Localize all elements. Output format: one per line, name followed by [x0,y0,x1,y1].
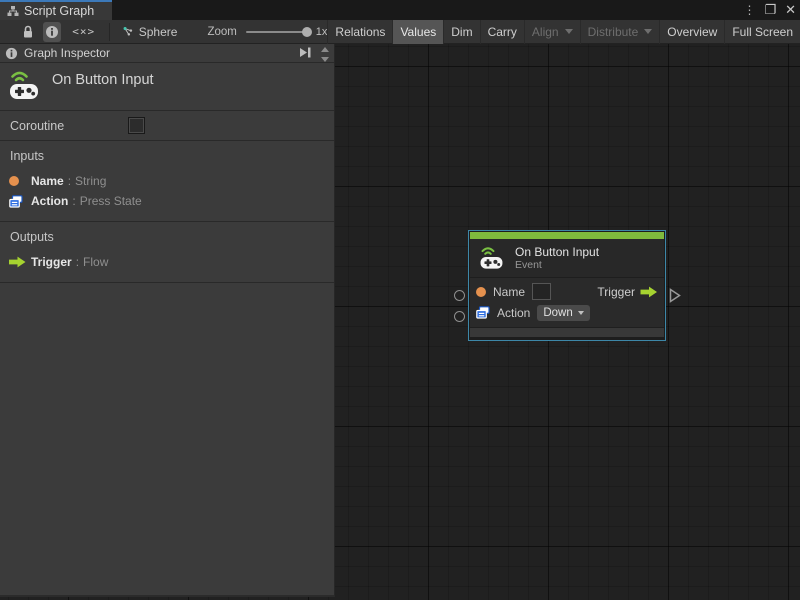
node-header: On Button Input Event [470,239,664,278]
port-colon: : [72,194,76,208]
flow-arrow-icon[interactable] [640,286,658,298]
unit-title: On Button Input [52,72,154,88]
zoom-slider-handle[interactable] [301,26,312,37]
node-subtitle: Event [515,259,542,271]
align-dropdown[interactable]: Align [523,19,580,44]
output-row-trigger: Trigger : Flow [0,252,334,272]
carry-button[interactable]: Carry [479,19,524,44]
unit-title-block: On Button Input [0,63,334,111]
scroll-up-icon[interactable] [321,47,329,52]
zoom-slider[interactable] [245,26,312,37]
align-label: Align [531,24,559,39]
overview-button[interactable]: Overview [659,19,724,44]
node-footer [470,327,664,337]
toolbar-separator [109,22,110,41]
string-port-icon[interactable] [476,286,486,297]
port-colon: : [67,174,72,188]
zoom-value: 1x [315,25,328,38]
port-type: Flow [83,255,109,269]
action-port-label: Action [497,305,531,320]
values-button[interactable]: Values [392,19,444,44]
close-icon[interactable]: ✕ [785,0,796,20]
name-input-field[interactable] [532,283,552,300]
outputs-header: Outputs [10,230,54,244]
port-name: Action [31,194,69,208]
lock-icon [24,25,33,37]
input-row-name: Name : String [0,171,334,191]
action-dropdown[interactable]: Down [537,304,590,321]
port-type: String [75,174,107,188]
window-controls: ⋮ ❐ ✕ [743,0,796,20]
node-body: Name Trigger Action Down [470,278,664,327]
menu-kebab-icon[interactable]: ⋮ [743,0,755,20]
external-output-port[interactable] [669,288,681,303]
trigger-port-label: Trigger [597,284,635,299]
coroutine-label: Coroutine [10,118,65,133]
dock-panel-icon[interactable] [298,46,312,59]
inputs-header: Inputs [10,149,45,163]
enum-port-icon [9,194,23,208]
external-input-port[interactable] [454,311,465,322]
graph-owner-label[interactable]: Sphere [139,25,178,39]
inspector-title: Graph Inspector [24,46,111,60]
port-name: Name [31,174,64,188]
enum-port-icon[interactable] [476,306,490,319]
maximize-icon[interactable]: ❐ [764,0,776,20]
info-icon [46,25,59,38]
gamepad-icon [480,246,503,269]
flow-arrow-icon [9,256,26,268]
node-row-action: Action Down [476,302,658,323]
on-button-input-node[interactable]: On Button Input Event Name Trigger Actio… [468,230,666,341]
outputs-section: Outputs Trigger : Flow [0,222,334,283]
name-port-label: Name [493,284,526,299]
inspector-header: Graph Inspector [0,44,334,63]
code-view-button[interactable]: <×> [71,22,96,42]
port-type: Press State [79,194,142,208]
scroll-down-icon[interactable] [321,57,329,62]
tab-label: Script Graph [24,4,95,18]
gamepad-icon [10,71,38,99]
inputs-section: Inputs Name : String Action: Press Stat… [0,141,334,222]
input-row-action: Action : Press State [0,191,334,211]
external-input-port[interactable] [454,290,465,301]
graph-inspector-panel: Graph Inspector On Button Input Coroutin… [0,44,335,597]
port-colon: : [75,255,80,269]
graph-toolbar: <×> Sphere Zoom 1x Relations Values Dim … [0,19,800,44]
toolbar-buttons: Relations Values Dim Carry Align Distrib… [327,19,800,44]
title-bar: Script Graph ⋮ ❐ ✕ [0,0,800,20]
unity-script-graph-window: Script Graph ⋮ ❐ ✕ <×> Sphere Zoom 1x Re… [0,0,800,600]
inspector-toggle-button[interactable] [43,21,62,42]
distribute-label: Distribute [587,24,639,39]
chevron-down-icon [577,310,584,315]
string-port-icon [9,176,19,186]
node-row-name: Name Trigger [476,281,658,302]
fullscreen-button[interactable]: Full Screen [724,19,800,44]
coroutine-row: Coroutine [0,111,334,141]
info-icon [5,47,18,59]
relations-button[interactable]: Relations [327,19,392,44]
action-dropdown-value: Down [543,306,573,319]
graph-owner-icon [123,26,132,36]
node-title: On Button Input [515,245,600,259]
node-event-color-bar [470,232,664,239]
port-name: Trigger [31,255,72,269]
lock-button[interactable] [22,22,34,42]
distribute-dropdown[interactable]: Distribute [579,19,660,44]
chevron-down-icon [644,29,653,34]
zoom-label: Zoom [207,25,237,38]
coroutine-checkbox[interactable] [128,117,145,134]
tab-script-graph[interactable]: Script Graph [0,0,112,20]
inspector-scroll-arrows[interactable] [318,44,332,65]
chevron-down-icon [564,29,573,34]
hierarchy-icon [7,6,19,16]
dim-button[interactable]: Dim [443,19,479,44]
